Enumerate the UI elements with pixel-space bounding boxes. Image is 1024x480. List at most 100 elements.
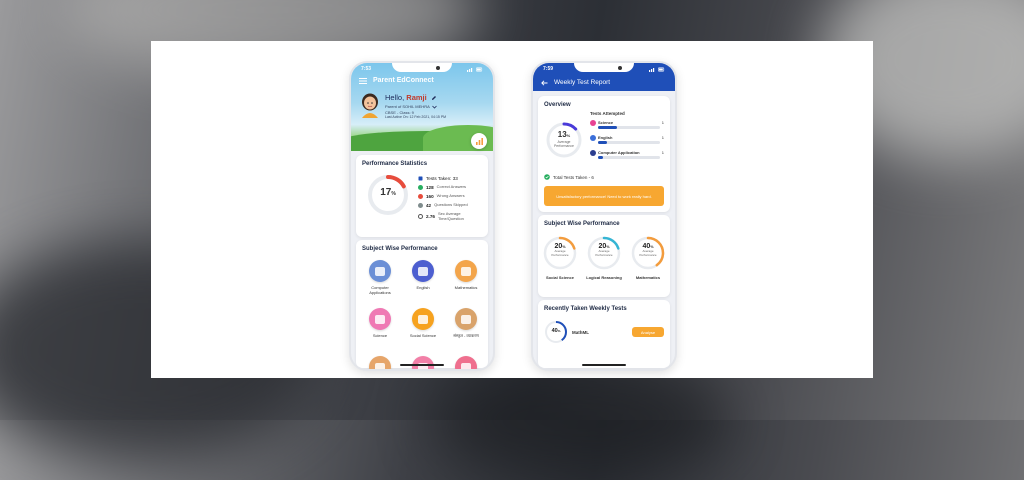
- attempt-bar-fill: [598, 141, 608, 144]
- book-icon: [412, 260, 434, 282]
- subject-item[interactable]: English: [405, 260, 441, 290]
- battery-icon: [658, 67, 665, 72]
- stat-value: 42: [426, 203, 432, 208]
- stat-dot-icon: [418, 185, 423, 190]
- performance-statistics-panel: Performance Statistics 17% Tests Taken: …: [356, 155, 488, 237]
- avatar[interactable]: [359, 92, 381, 118]
- attempt-bar-fill: [598, 126, 617, 129]
- subject-wise-panel: Subject Wise Performance 20% Average Perf…: [538, 215, 670, 297]
- flask-icon: [369, 308, 391, 330]
- chevron-down-icon[interactable]: [431, 105, 437, 109]
- stat-row: 2.76 Sec Average Time/Question: [418, 211, 480, 221]
- subject-ring-label: 40% Average Performance: [639, 243, 657, 257]
- screenshot-card: 7:53 Parent EdConnect Hello, Ramji Paren…: [151, 41, 873, 378]
- stat-value: 128: [426, 185, 434, 190]
- stat-label: Correct Answers: [436, 184, 467, 190]
- math-icon: [455, 260, 477, 282]
- attempt-count: 1: [661, 150, 664, 155]
- status-time: 7:53: [361, 66, 372, 72]
- back-arrow-icon[interactable]: [541, 79, 548, 86]
- signal-icon: [649, 67, 655, 72]
- subject-icon: [590, 150, 596, 156]
- attempt-bar-fill: [598, 156, 603, 159]
- overview-percent: 13% Average Performance: [553, 130, 575, 148]
- user-name: Ramji: [406, 93, 427, 102]
- parent-of-text: Parent of SOHIL MEHRA: [385, 104, 430, 109]
- subject-label: Computer Applications: [369, 285, 391, 295]
- subject-icon: [590, 135, 596, 141]
- subject-label: Social Science: [409, 333, 437, 338]
- subject-label: Science: [372, 333, 388, 338]
- subject-ring-label: 20% Average Performance: [595, 243, 613, 257]
- recent-test-percent: 40%: [551, 328, 561, 334]
- screen-title: Weekly Test Report: [554, 79, 611, 86]
- attempt-bar: [598, 156, 660, 159]
- recent-tests-panel: Recently Taken Weekly Tests 40% MathML Ana…: [538, 300, 670, 368]
- attempt-count: 1: [661, 135, 664, 140]
- analyse-button[interactable]: Analyse: [632, 327, 664, 337]
- performance-percent: 17%: [380, 187, 396, 198]
- subject-ring-name: Mathematics: [635, 275, 661, 280]
- check-circle-icon: [544, 174, 550, 180]
- recent-test-name: MathML: [572, 330, 589, 335]
- stat-row: 160 Wrong Answers: [418, 194, 465, 199]
- performance-warning: Unsatisfactory performance! Need to work…: [544, 186, 664, 206]
- subject-ring-name: Social Science: [545, 275, 574, 280]
- stat-value: 2.76: [426, 214, 435, 219]
- tests-icon: [418, 176, 423, 181]
- signal-icon: [467, 67, 473, 72]
- laptop-icon: [369, 260, 391, 282]
- subject-item[interactable]: Computer Applications: [362, 260, 398, 295]
- subject-wise-panel: Subject Wise Performance Computer Applic…: [356, 240, 488, 369]
- total-tests: Total Tests Taken - 6: [553, 174, 594, 180]
- status-time: 7:59: [543, 66, 554, 72]
- stat-dot-icon: [418, 203, 423, 208]
- menu-icon[interactable]: [359, 77, 367, 84]
- last-active: Last Active On: 12 Feb 2021, 04:15 PM: [385, 115, 447, 119]
- tests-attempted-label: Tests Attempted: [590, 111, 625, 116]
- home-indicator[interactable]: [582, 364, 626, 366]
- performance-title: Performance Statistics: [362, 161, 428, 167]
- phone-notch: [574, 63, 634, 72]
- subject-icon: [369, 356, 391, 369]
- subject-item[interactable]: Social Science: [405, 308, 441, 338]
- attempt-subject: Science: [598, 120, 614, 125]
- overview-panel: Overview 13% Average Performance Tests A…: [538, 96, 670, 212]
- attempt-count: 1: [661, 120, 664, 125]
- script-icon: [455, 308, 477, 330]
- stat-dot-icon: [418, 214, 423, 219]
- subject-wise-title: Subject Wise Performance: [362, 246, 438, 252]
- battery-icon: [476, 67, 483, 72]
- attempt-bar: [598, 126, 660, 129]
- phone-weekly-report: 7:59 Weekly Test Report Overview 13% Ave…: [531, 61, 677, 371]
- stat-label: Questions Skipped: [434, 202, 468, 208]
- bar-chart-icon: [475, 137, 483, 145]
- stat-dot-icon: [418, 194, 423, 199]
- subject-item[interactable]: Mathematics: [448, 260, 484, 290]
- home-indicator[interactable]: [400, 364, 444, 366]
- subject-label: Mathematics: [454, 285, 478, 290]
- subject-ring-name: Logical Reasoning: [586, 275, 622, 280]
- edit-icon[interactable]: [431, 95, 437, 101]
- subject-item[interactable]: संस्कृत - व्याकरण: [448, 308, 484, 338]
- overview-title: Overview: [544, 102, 571, 108]
- subject-item[interactable]: [448, 356, 484, 369]
- subject-icon: [590, 120, 596, 126]
- stat-row: 128 Correct Answers: [418, 185, 466, 190]
- stat-value: 160: [426, 194, 434, 199]
- attempt-bar: [598, 141, 660, 144]
- subject-icon: [455, 356, 477, 369]
- tests-taken: Tests Taken: 33: [426, 176, 458, 181]
- subject-label: संस्कृत - व्याकरण: [453, 333, 479, 338]
- stat-label: Sec Average Time/Question: [437, 211, 464, 221]
- subject-label: English: [416, 285, 430, 290]
- recent-tests-title: Recently Taken Weekly Tests: [544, 306, 627, 312]
- globe-icon: [412, 308, 434, 330]
- stats-fab-button[interactable]: [471, 133, 487, 149]
- phone-dashboard: 7:53 Parent EdConnect Hello, Ramji Paren…: [349, 61, 495, 371]
- subject-item[interactable]: Science: [362, 308, 398, 338]
- subject-wise-title: Subject Wise Performance: [544, 221, 620, 227]
- subject-item[interactable]: [362, 356, 398, 369]
- attempt-subject: English: [598, 135, 613, 140]
- stat-row: 42 Questions Skipped: [418, 203, 468, 208]
